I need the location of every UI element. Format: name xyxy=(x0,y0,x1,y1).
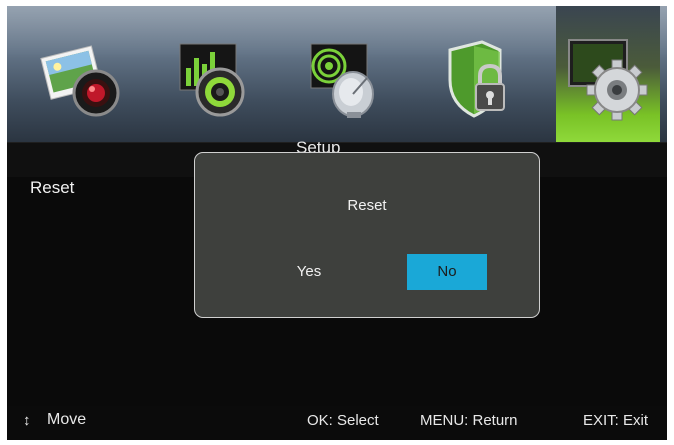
menu-tab-picture[interactable] xyxy=(40,38,126,124)
menu-return-hint: MENU: Return xyxy=(420,412,518,429)
reset-confirm-dialog: Reset Yes No xyxy=(194,152,540,318)
up-down-arrow-icon: ↕ xyxy=(23,412,31,429)
menu-tab-lock[interactable] xyxy=(438,38,524,124)
menu-tab-sound[interactable] xyxy=(170,38,256,124)
yes-button[interactable]: Yes xyxy=(269,254,349,290)
status-bar: ↕ Move OK: Select MENU: Return EXIT: Exi… xyxy=(7,406,667,434)
menu-tab-channel[interactable] xyxy=(307,38,393,124)
no-button[interactable]: No xyxy=(407,254,487,290)
satellite-dish-icon xyxy=(310,43,374,118)
dialog-title: Reset xyxy=(347,197,387,214)
list-item-reset[interactable]: Reset xyxy=(30,178,74,198)
ok-select-hint: OK: Select xyxy=(307,412,379,429)
speaker-equalizer-icon xyxy=(179,43,245,117)
gear-monitor-icon xyxy=(568,39,648,121)
move-hint: Move xyxy=(47,411,87,428)
photo-camera-icon xyxy=(40,45,120,117)
shield-lock-icon xyxy=(448,40,505,118)
menu-tab-setup[interactable] xyxy=(556,6,660,142)
exit-hint: EXIT: Exit xyxy=(583,412,649,429)
